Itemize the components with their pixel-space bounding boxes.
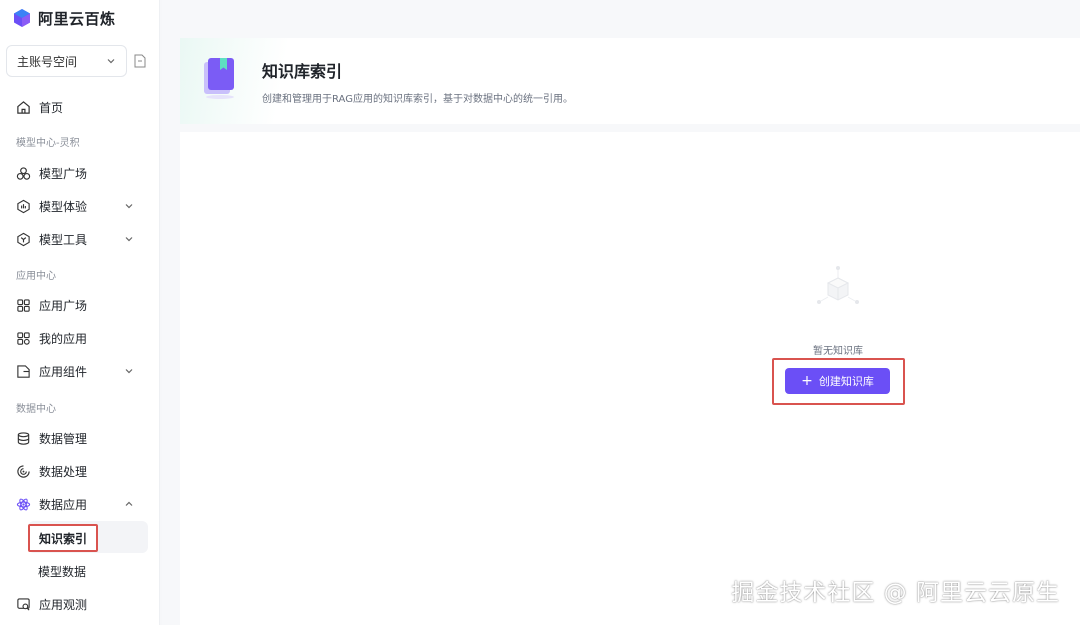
sidebar-item-app-square[interactable]: 应用广场 [0, 291, 150, 319]
sidebar-item-my-apps[interactable]: 我的应用 [0, 324, 150, 352]
home-icon [17, 100, 30, 114]
app-name: 阿里云百炼 [38, 9, 116, 28]
sidebar: 阿里云百炼 主账号空间 首页 模型中心-灵积 模型广场 模型体验 模型工具 应用… [0, 0, 160, 625]
sidebar-item-label: 首页 [39, 100, 64, 115]
sidebar-item-label: 数据处理 [39, 464, 88, 479]
sidebar-item-label: 应用广场 [39, 298, 88, 313]
chevron-up-icon [125, 501, 133, 506]
chevron-down-icon [125, 237, 133, 242]
bailian-logo-icon [14, 9, 30, 27]
page-description: 创建和管理用于RAG应用的知识库索引，基于对数据中心的统一引用。 [262, 94, 573, 105]
sidebar-subitem-knowledge-index[interactable]: 知识索引 [28, 524, 98, 552]
create-knowledge-base-button[interactable]: + 创建知识库 [785, 368, 890, 394]
empty-state-text: 暂无知识库 [813, 346, 863, 357]
sidebar-item-model-square[interactable]: 模型广场 [0, 159, 150, 187]
sidebar-item-label: 模型工具 [39, 232, 88, 247]
sidebar-item-model-tools[interactable]: 模型工具 [0, 225, 150, 253]
components-icon [17, 364, 30, 378]
create-button-label: 创建知识库 [818, 375, 874, 388]
chevron-down-icon [107, 59, 115, 64]
page-header: 知识库索引 创建和管理用于RAG应用的知识库索引，基于对数据中心的统一引用。 [180, 38, 1080, 124]
sidebar-item-data-management[interactable]: 数据管理 [0, 424, 150, 452]
chevron-down-icon [125, 369, 133, 374]
workspace-selector[interactable]: 主账号空间 [6, 45, 127, 77]
sidebar-item-home[interactable]: 首页 [0, 93, 150, 121]
sidebar-item-label: 数据应用 [39, 497, 88, 512]
atom-icon [16, 498, 31, 510]
app-grid-icon [17, 298, 30, 312]
section-title-model-center: 模型中心-灵积 [16, 138, 80, 149]
sidebar-item-label: 应用组件 [39, 364, 88, 379]
model-square-icon [16, 166, 31, 180]
knowledge-list-area: 暂无知识库 + 创建知识库 [180, 132, 1080, 625]
observation-icon [17, 597, 30, 611]
sidebar-subitem-model-data[interactable]: 模型数据 [38, 563, 86, 580]
workspace-label: 主账号空间 [17, 54, 78, 69]
sidebar-item-label: 数据管理 [39, 431, 88, 446]
app-logo[interactable]: 阿里云百炼 [12, 6, 116, 30]
sidebar-item-data-apps[interactable]: 数据应用 [0, 490, 150, 518]
document-icon[interactable] [134, 54, 146, 68]
sidebar-item-label: 我的应用 [39, 331, 88, 346]
knowledge-book-icon [204, 58, 234, 99]
plus-icon: + [801, 373, 813, 389]
database-icon [17, 431, 30, 445]
model-experience-icon [17, 199, 30, 213]
sidebar-item-model-experience[interactable]: 模型体验 [0, 192, 150, 220]
sidebar-item-label: 模型广场 [39, 166, 88, 181]
section-title-data-center: 数据中心 [16, 404, 56, 415]
data-processing-icon [17, 464, 30, 478]
sidebar-item-label: 模型体验 [39, 199, 88, 214]
empty-box-icon [817, 266, 859, 304]
sidebar-item-data-processing[interactable]: 数据处理 [0, 457, 150, 485]
sidebar-item-app-observation[interactable]: 应用观测 [0, 590, 150, 618]
main-content: 知识库索引 创建和管理用于RAG应用的知识库索引，基于对数据中心的统一引用。 暂… [162, 0, 1080, 625]
model-tools-icon [17, 232, 30, 246]
my-apps-icon [17, 331, 30, 345]
page-title: 知识库索引 [262, 62, 343, 81]
section-title-app-center: 应用中心 [16, 271, 56, 282]
watermark: 掘金技术社区 @ 阿里云云原生 [731, 580, 1060, 606]
chevron-down-icon [125, 204, 133, 209]
sidebar-item-app-components[interactable]: 应用组件 [0, 357, 150, 385]
sidebar-item-label: 应用观测 [39, 597, 88, 612]
